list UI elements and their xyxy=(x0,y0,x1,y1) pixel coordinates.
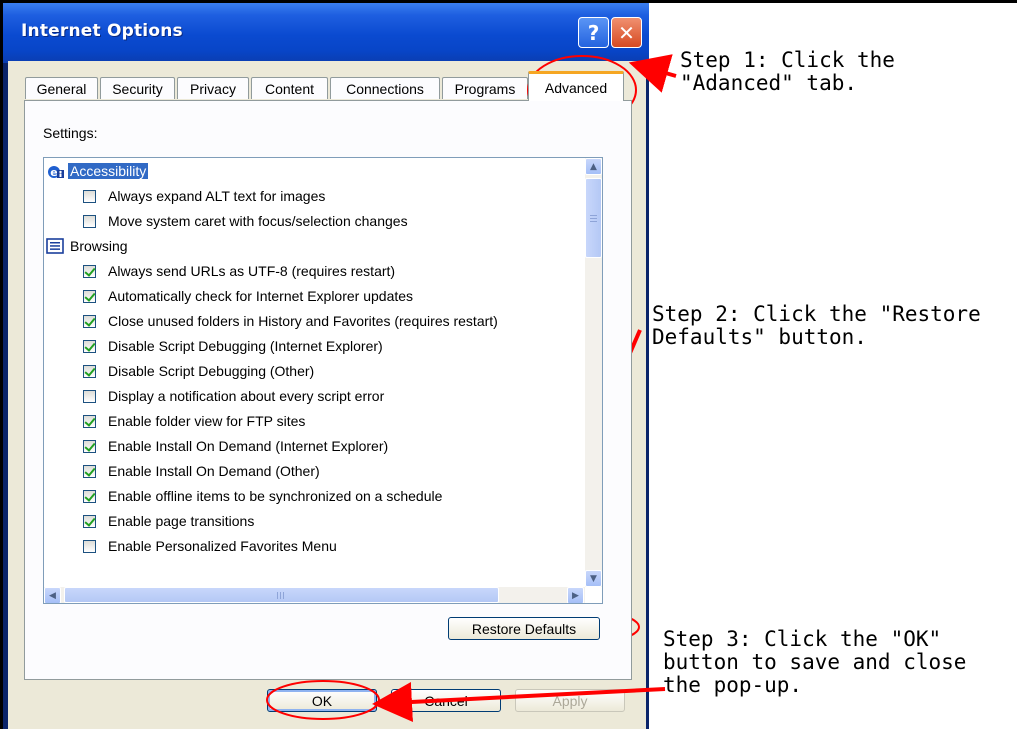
checkbox[interactable] xyxy=(83,515,96,528)
setting-row[interactable]: Display a notification about every scrip… xyxy=(44,385,584,407)
note-line: Defaults" button. xyxy=(652,325,867,349)
checkbox[interactable] xyxy=(83,365,96,378)
setting-row[interactable]: Move system caret with focus/selection c… xyxy=(44,210,584,232)
setting-row[interactable]: Always send URLs as UTF-8 (requires rest… xyxy=(44,260,584,282)
ok-highlight-ellipse xyxy=(266,680,380,720)
setting-label: Disable Script Debugging (Internet Explo… xyxy=(108,338,383,354)
setting-row[interactable]: Enable page transitions xyxy=(44,510,584,532)
scroll-right-button[interactable]: ▶ xyxy=(567,587,584,603)
setting-label: Enable Personalized Favorites Menu xyxy=(108,538,337,554)
setting-row[interactable]: Enable offline items to be synchronized … xyxy=(44,485,584,507)
settings-label: Settings: xyxy=(43,125,98,141)
setting-label: Enable folder view for FTP sites xyxy=(108,413,306,429)
advanced-tab-panel: Settings: e Accessibility Always expand xyxy=(24,100,632,680)
note-line: the pop-up. xyxy=(663,673,803,697)
checkbox[interactable] xyxy=(83,215,96,228)
tab-label: Advanced xyxy=(544,79,608,96)
checkbox[interactable] xyxy=(83,340,96,353)
chevron-up-icon: ▲ xyxy=(590,161,597,172)
setting-row[interactable]: Enable folder view for FTP sites xyxy=(44,410,584,432)
note-line: Step 2: Click the "Restore xyxy=(652,302,981,326)
horizontal-scroll-thumb[interactable] xyxy=(64,587,499,603)
checkbox[interactable] xyxy=(83,540,96,553)
grip-line xyxy=(277,592,278,599)
step3-arrow xyxy=(372,682,666,722)
setting-row[interactable]: Enable Personalized Favorites Menu xyxy=(44,535,584,557)
setting-row[interactable]: Always expand ALT text for images xyxy=(44,185,584,207)
tab-advanced[interactable]: Advanced xyxy=(528,71,624,101)
setting-row[interactable]: Enable Install On Demand (Other) xyxy=(44,460,584,482)
grip-line xyxy=(590,215,597,216)
step1-instruction: Step 1: Click the "Adanced" tab. xyxy=(680,49,895,95)
internet-options-window: Internet Options ? ✕ General Security Pr… xyxy=(3,3,649,729)
note-line: Step 1: Click the xyxy=(680,48,895,72)
scroll-up-button[interactable]: ▲ xyxy=(585,158,602,175)
checkbox[interactable] xyxy=(83,415,96,428)
setting-row[interactable]: Disable Script Debugging (Internet Explo… xyxy=(44,335,584,357)
browsing-icon xyxy=(46,238,64,254)
setting-label: Display a notification about every scrip… xyxy=(108,388,385,404)
setting-row[interactable]: Enable Install On Demand (Internet Explo… xyxy=(44,435,584,457)
scroll-left-button[interactable]: ◀ xyxy=(44,587,61,603)
scroll-down-button[interactable]: ▼ xyxy=(585,570,602,587)
setting-label: Enable Install On Demand (Internet Explo… xyxy=(108,438,389,454)
note-line: button to save and close xyxy=(663,650,967,674)
svg-text:e: e xyxy=(50,166,57,179)
category-row-browsing[interactable]: Browsing xyxy=(44,235,584,257)
setting-label: Enable offline items to be synchronized … xyxy=(108,488,443,504)
checkbox[interactable] xyxy=(83,315,96,328)
setting-row[interactable]: Disable Script Debugging (Other) xyxy=(44,360,584,382)
note-line: "Adanced" tab. xyxy=(680,71,858,95)
grip-line xyxy=(280,592,281,599)
category-row-accessibility[interactable]: e Accessibility xyxy=(44,160,584,182)
setting-row[interactable]: Close unused folders in History and Favo… xyxy=(44,310,584,332)
setting-label: Automatically check for Internet Explore… xyxy=(108,288,414,304)
chevron-right-icon: ▶ xyxy=(572,590,579,601)
checkbox[interactable] xyxy=(83,465,96,478)
step3-instruction: Step 3: Click the "OK" button to save an… xyxy=(663,628,966,697)
setting-label: Disable Script Debugging (Other) xyxy=(108,363,315,379)
setting-label: Move system caret with focus/selection c… xyxy=(108,213,408,229)
checkbox[interactable] xyxy=(83,440,96,453)
vertical-scroll-thumb[interactable] xyxy=(585,178,602,258)
setting-row[interactable]: Automatically check for Internet Explore… xyxy=(44,285,584,307)
checkbox[interactable] xyxy=(83,190,96,203)
horizontal-scrollbar[interactable]: ◀ ▶ xyxy=(44,587,585,603)
step1-arrow xyxy=(628,54,677,93)
checkbox[interactable] xyxy=(83,290,96,303)
vertical-scrollbar[interactable]: ▲ ▼ xyxy=(585,158,602,587)
button-label: Restore Defaults xyxy=(471,620,577,637)
setting-label: Always send URLs as UTF-8 (requires rest… xyxy=(108,263,396,279)
setting-label: Always expand ALT text for images xyxy=(108,188,326,204)
settings-tree[interactable]: e Accessibility Always expand ALT text f… xyxy=(43,157,603,604)
step2-instruction: Step 2: Click the "Restore Defaults" but… xyxy=(652,303,981,349)
category-label: Browsing xyxy=(70,238,128,254)
category-label: Accessibility xyxy=(68,163,149,179)
chevron-down-icon: ▼ xyxy=(590,573,597,584)
grip-line xyxy=(283,592,284,599)
grip-line xyxy=(590,221,597,222)
accessibility-icon: e xyxy=(48,166,64,179)
dialog-client-area: General Security Privacy Content Connect… xyxy=(8,61,646,729)
checkbox[interactable] xyxy=(83,490,96,503)
note-line: Step 3: Click the "OK" xyxy=(663,627,942,651)
restore-defaults-button[interactable]: Restore Defaults xyxy=(448,617,600,640)
setting-label: Enable Install On Demand (Other) xyxy=(108,463,320,479)
checkbox[interactable] xyxy=(83,265,96,278)
chevron-left-icon: ◀ xyxy=(49,590,56,601)
grip-line xyxy=(590,218,597,219)
setting-label: Enable page transitions xyxy=(108,513,255,529)
checkbox[interactable] xyxy=(83,390,96,403)
setting-label: Close unused folders in History and Favo… xyxy=(108,313,498,329)
